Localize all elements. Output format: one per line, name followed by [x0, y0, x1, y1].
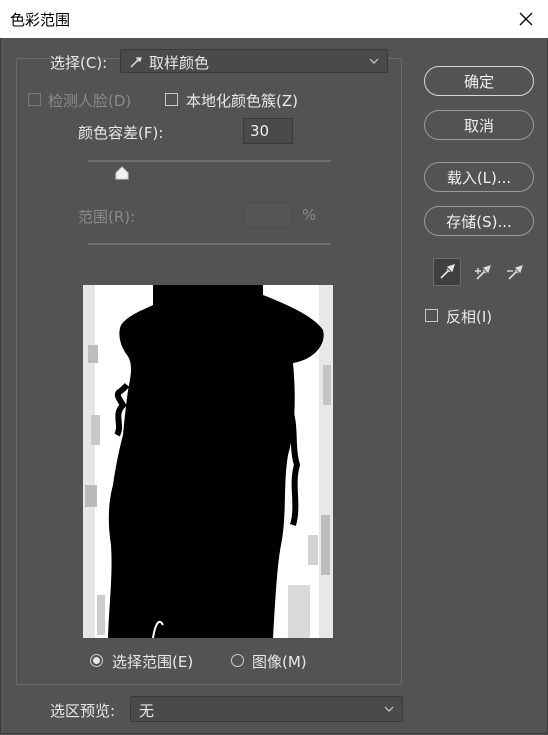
detect-faces-checkbox[interactable] [28, 93, 41, 106]
fuzziness-slider-handle[interactable] [115, 166, 129, 180]
selection-preview-label: 选区预览: [50, 702, 116, 720]
fuzziness-label: 颜色容差(F): [78, 124, 164, 142]
selection-preview-dropdown[interactable]: 无 [130, 696, 403, 722]
chevron-down-icon [384, 706, 394, 712]
title-bar [0, 0, 548, 38]
invert-label: 反相(I) [446, 308, 493, 326]
localized-clusters-label: 本地化颜色簇(Z) [186, 92, 298, 110]
select-dropdown[interactable]: 取样颜色 [120, 49, 388, 73]
preview-mask [83, 285, 333, 638]
eyedropper-plus-icon [475, 265, 491, 280]
eyedropper-tool-button[interactable] [433, 258, 461, 286]
cancel-button[interactable]: 取消 [424, 110, 534, 140]
close-button[interactable] [510, 4, 542, 34]
detect-faces-label: 检测人脸(D) [48, 92, 132, 110]
eyedropper-plus-tool-button[interactable] [468, 258, 496, 286]
invert-checkbox[interactable] [425, 309, 438, 322]
fuzziness-input[interactable]: 30 [243, 118, 293, 144]
chevron-down-icon [369, 58, 379, 64]
radio-selected-dot [93, 657, 100, 664]
close-icon [519, 12, 533, 26]
selection-preview-image [83, 285, 333, 638]
range-slider-track[interactable] [88, 243, 331, 245]
view-selection-label: 选择范围(E) [112, 653, 194, 671]
fuzziness-value: 30 [250, 122, 270, 140]
save-button[interactable]: 存储(S)... [424, 206, 534, 236]
fuzziness-slider-track[interactable] [88, 160, 331, 162]
range-input[interactable] [243, 202, 293, 228]
load-button[interactable]: 载入(L)... [424, 162, 534, 192]
range-label: 范围(R): [78, 208, 136, 226]
select-value: 取样颜色 [149, 54, 210, 72]
window-title: 色彩范围 [10, 11, 71, 29]
range-unit: % [302, 206, 317, 224]
ok-button[interactable]: 确定 [424, 66, 534, 96]
selection-preview-value: 无 [139, 702, 155, 720]
view-selection-radio[interactable] [90, 654, 103, 667]
eyedropper-minus-tool-button[interactable] [500, 258, 528, 286]
localized-clusters-checkbox[interactable] [165, 93, 178, 106]
eyedropper-icon [440, 264, 455, 279]
eyedropper-minus-icon [507, 265, 523, 280]
select-label: 选择(C): [50, 54, 108, 72]
view-image-radio[interactable] [231, 654, 244, 667]
view-image-label: 图像(M) [252, 653, 307, 671]
eyedropper-icon [130, 57, 142, 68]
